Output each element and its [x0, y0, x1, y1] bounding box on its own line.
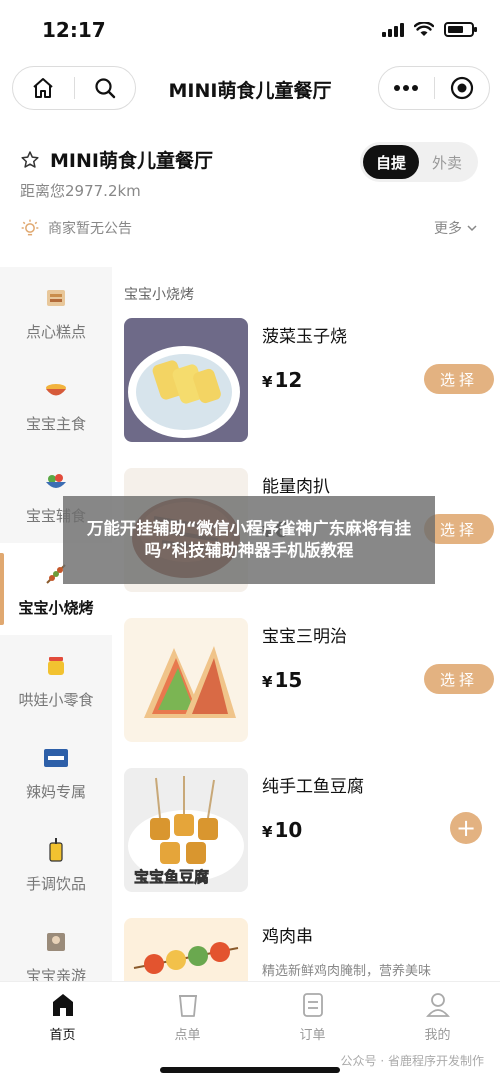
tab-home[interactable]: 首页 — [0, 992, 125, 1043]
add-button[interactable]: + — [450, 812, 482, 844]
item-image — [124, 618, 248, 742]
pickup-option[interactable]: 自提 — [363, 145, 419, 179]
store-header: MINI萌食儿童餐厅 距离您2977.2km 自提 外卖 商家暂无公告 更多 — [0, 140, 500, 266]
item-name: 菠菜玉子烧 — [262, 327, 347, 347]
item-name: 宝宝三明治 — [262, 627, 347, 647]
nav-right-capsule — [378, 66, 490, 110]
target-icon — [450, 76, 473, 100]
signal-icon — [382, 22, 404, 37]
order-icon — [302, 993, 323, 1017]
snack-jar-icon — [43, 653, 69, 679]
item-price: ¥12 — [262, 368, 303, 392]
select-button[interactable]: 选择 — [424, 664, 494, 694]
user-icon — [425, 993, 450, 1017]
item-name: 鸡肉串 — [262, 927, 313, 947]
tab-me[interactable]: 我的 — [375, 992, 500, 1043]
category-label: 宝宝主食 — [25, 414, 86, 433]
status-time: 12:17 — [42, 18, 106, 42]
tab-label: 点单 — [174, 1028, 201, 1043]
store-name: MINI萌食儿童餐厅 — [50, 150, 213, 172]
overlay-banner: 万能开挂辅助“微信小程序雀神广东麻将有挂吗”科技辅助神器手机版教程 — [63, 496, 435, 584]
drink-box-icon — [43, 837, 69, 863]
battery-icon — [444, 22, 477, 37]
mom-badge-icon — [43, 745, 69, 771]
menu-item[interactable]: 宝宝鱼豆腐 纯手工鱼豆腐 ¥10 + — [124, 768, 494, 894]
more-menu-button[interactable] — [379, 67, 434, 109]
tab-order[interactable]: 点单 — [125, 992, 250, 1043]
home-indicator[interactable] — [160, 1067, 340, 1073]
menu-item[interactable]: 菠菜玉子烧 ¥12 选择 — [124, 318, 494, 444]
menu-content: 宝宝小烧烤 菠菜玉子烧 ¥12 选择 能量肉扒 ¥6 选择 宝宝三明治 ¥15 … — [112, 267, 500, 981]
category-sidebar: 点心糕点 宝宝主食 宝宝辅食 宝宝小烧烤 哄娃小零食 辣妈专属 手调饮品 宝宝亲… — [0, 267, 112, 985]
nav-bar: MINI萌食儿童餐厅 — [0, 66, 500, 112]
select-button[interactable]: 选择 — [424, 364, 494, 394]
store-notice: 商家暂无公告 — [20, 218, 132, 238]
salad-icon — [43, 469, 69, 495]
status-bar: 12:17 — [0, 0, 500, 62]
tab-label: 首页 — [49, 1028, 76, 1043]
menu-item[interactable]: 鸡肉串 精选新鲜鸡肉腌制，营养美味 — [124, 918, 494, 981]
close-miniprogram-button[interactable] — [435, 67, 490, 109]
category-label: 哄娃小零食 — [18, 690, 94, 709]
delivery-option[interactable]: 外卖 — [419, 145, 475, 179]
item-image: 宝宝鱼豆腐 — [124, 768, 248, 892]
section-title: 宝宝小烧烤 — [124, 287, 194, 303]
item-image-caption: 宝宝鱼豆腐 — [134, 868, 210, 887]
footnote: 公众号 · 省鹿程序开发制作 — [340, 1054, 484, 1068]
item-name: 能量肉扒 — [262, 477, 330, 497]
category-mom[interactable]: 辣妈专属 — [0, 727, 112, 819]
family-photo-icon — [43, 929, 69, 955]
category-label: 宝宝小烧烤 — [18, 598, 94, 617]
bowl-icon — [43, 377, 69, 403]
more-label: 更多 — [434, 221, 462, 237]
cup-icon — [178, 995, 197, 1017]
tab-bar: 首页 点单 订单 我的 公众号 · 省鹿程序开发制作 — [0, 981, 500, 1081]
menu-item[interactable]: 宝宝三明治 ¥15 选择 — [124, 618, 494, 744]
store-name-row: MINI萌食儿童餐厅 — [20, 146, 213, 173]
bulb-icon — [21, 219, 39, 236]
item-image — [124, 918, 248, 981]
wifi-icon — [414, 22, 434, 36]
chevron-down-icon — [467, 225, 477, 232]
notice-text: 商家暂无公告 — [48, 221, 132, 237]
category-drinks[interactable]: 手调饮品 — [0, 819, 112, 911]
status-icons — [382, 22, 477, 37]
category-label: 手调饮品 — [25, 874, 86, 893]
item-desc: 精选新鲜鸡肉腌制，营养美味 — [262, 964, 432, 979]
tab-label: 订单 — [299, 1028, 326, 1043]
category-dessert[interactable]: 点心糕点 — [0, 267, 112, 359]
tab-orders[interactable]: 订单 — [250, 992, 375, 1043]
store-distance: 距离您2977.2km — [20, 182, 141, 200]
item-price: ¥10 — [262, 818, 303, 842]
category-snacks[interactable]: 哄娃小零食 — [0, 635, 112, 727]
item-image — [124, 318, 248, 442]
home-icon — [52, 994, 73, 1016]
star-outline-icon[interactable] — [20, 150, 40, 170]
more-link[interactable]: 更多 — [434, 218, 478, 238]
item-price: ¥15 — [262, 668, 303, 692]
category-staple[interactable]: 宝宝主食 — [0, 359, 112, 451]
category-label: 点心糕点 — [25, 322, 86, 341]
more-dots-icon — [394, 85, 419, 91]
cake-icon — [43, 285, 69, 311]
category-label: 辣妈专属 — [25, 782, 86, 801]
item-name: 纯手工鱼豆腐 — [262, 777, 364, 797]
tab-label: 我的 — [424, 1028, 451, 1043]
delivery-mode-toggle: 自提 外卖 — [360, 142, 478, 182]
